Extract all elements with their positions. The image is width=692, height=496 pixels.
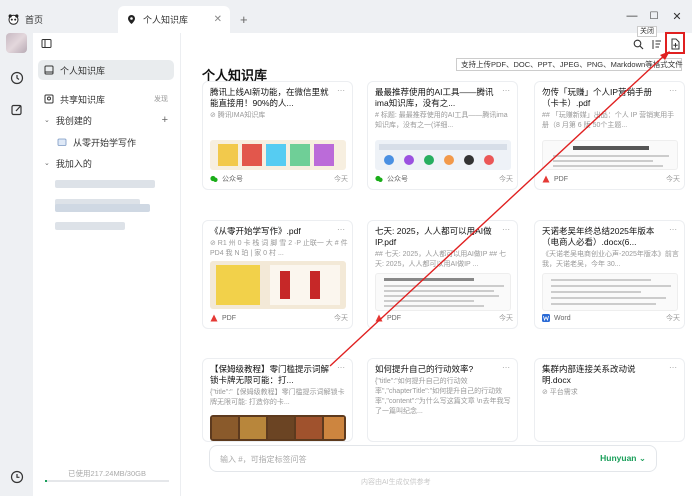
annotation-arrow [329,51,670,367]
